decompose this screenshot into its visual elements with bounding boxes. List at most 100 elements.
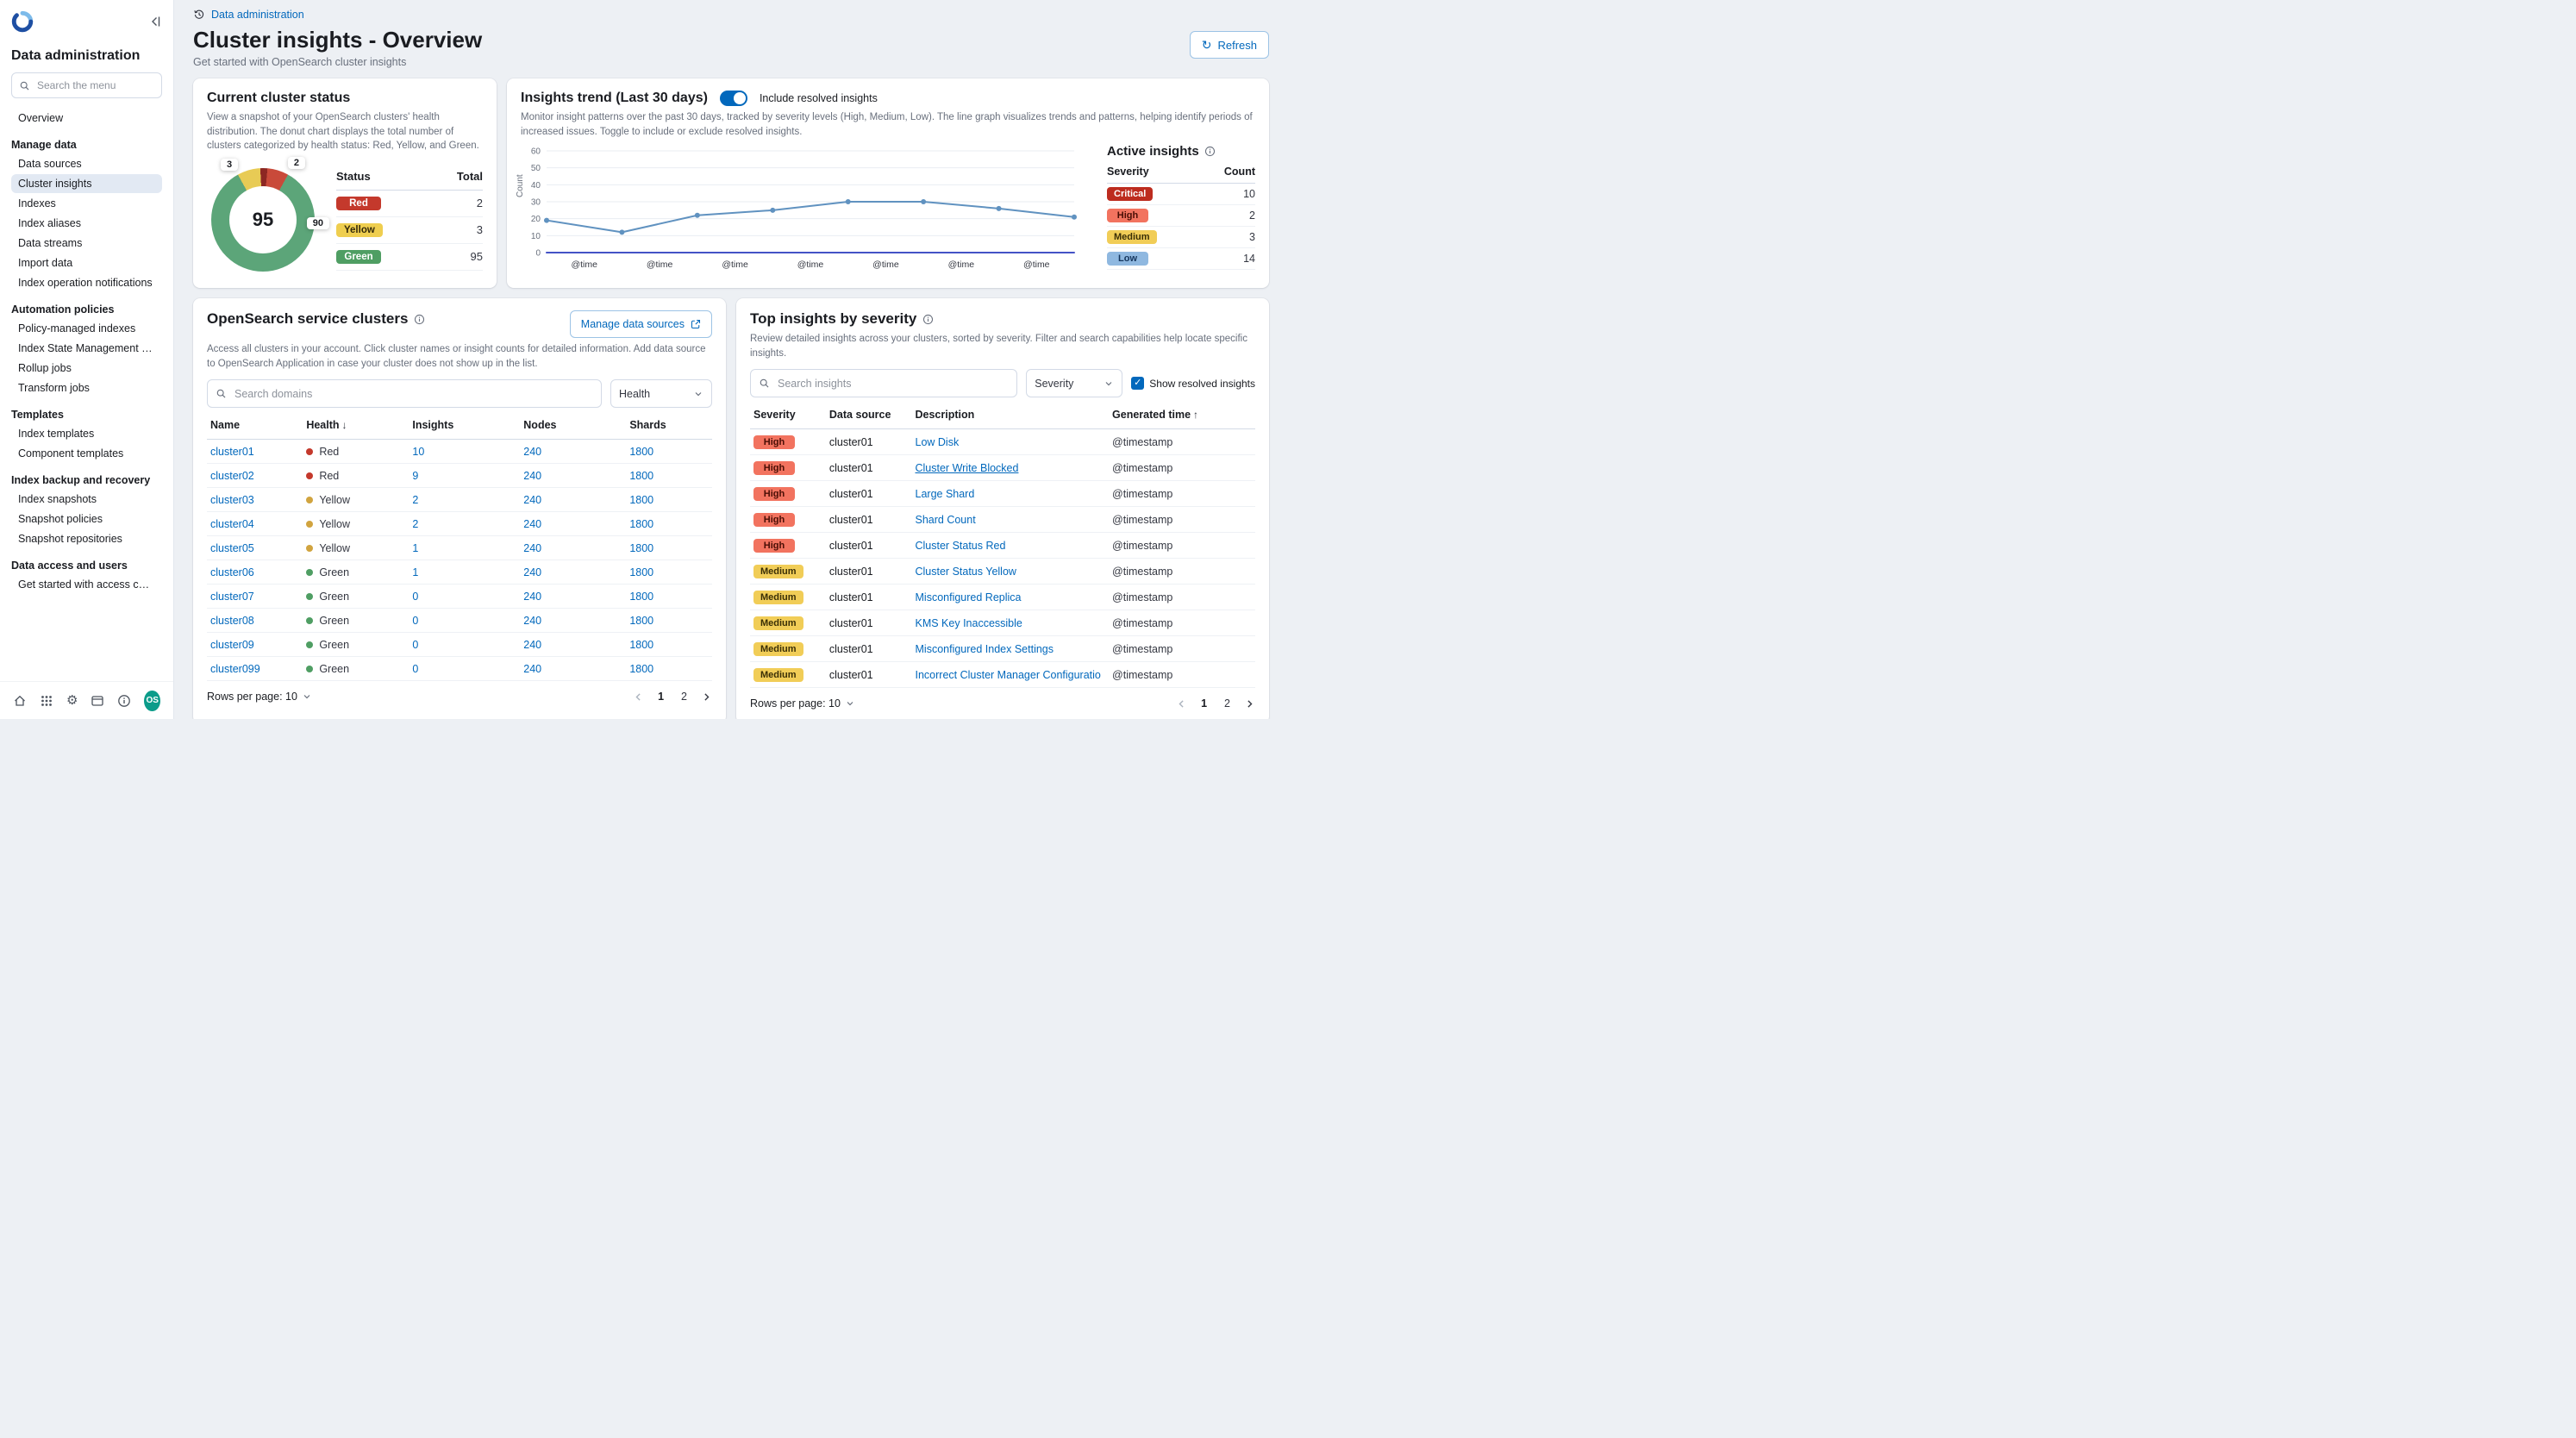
nodes-count-link[interactable]: 240: [523, 542, 541, 554]
sidebar-item-index-snapshots[interactable]: Index snapshots: [11, 490, 162, 509]
col-insights[interactable]: Insights: [409, 411, 520, 440]
nodes-count-link[interactable]: 240: [523, 446, 541, 458]
cluster-name-link[interactable]: cluster08: [210, 615, 254, 627]
insights-count-link[interactable]: 0: [412, 663, 418, 675]
sidebar-item-policy-managed-indexes[interactable]: Policy-managed indexes: [11, 319, 162, 338]
insight-description-link[interactable]: Misconfigured Index Settings: [916, 643, 1054, 655]
col-shards[interactable]: Shards: [626, 411, 712, 440]
nodes-count-link[interactable]: 240: [523, 566, 541, 578]
insights-count-link[interactable]: 1: [412, 566, 418, 578]
collapse-sidebar-icon[interactable]: [148, 15, 162, 28]
sidebar-item-overview[interactable]: Overview: [11, 109, 162, 128]
col-data-source[interactable]: Data source: [826, 401, 912, 429]
shards-count-link[interactable]: 1800: [629, 446, 653, 458]
insights-count-link[interactable]: 10: [412, 446, 424, 458]
sidebar-item-cluster-insights[interactable]: Cluster insights: [11, 174, 162, 193]
insights-count-link[interactable]: 2: [412, 494, 418, 506]
insight-description-link[interactable]: Large Shard: [916, 488, 975, 500]
sidebar-item-index-state-management-policies[interactable]: Index State Management policies: [11, 339, 162, 358]
insights-search[interactable]: [750, 369, 1017, 397]
page-2-button[interactable]: 2: [1221, 696, 1234, 711]
insights-count-link[interactable]: 0: [412, 591, 418, 603]
nodes-count-link[interactable]: 240: [523, 470, 541, 482]
insights-count-link[interactable]: 2: [412, 518, 418, 530]
console-window-icon[interactable]: [91, 694, 104, 708]
page-2-button[interactable]: 2: [678, 689, 691, 704]
domains-search[interactable]: [207, 379, 602, 408]
prev-page-button[interactable]: [1176, 698, 1187, 710]
insights-search-input[interactable]: [776, 377, 1009, 391]
info-icon[interactable]: [117, 694, 131, 708]
cluster-name-link[interactable]: cluster09: [210, 639, 254, 651]
cluster-name-link[interactable]: cluster02: [210, 470, 254, 482]
insight-description-link[interactable]: KMS Key Inaccessible: [916, 617, 1022, 629]
show-resolved-checkbox[interactable]: ✓: [1131, 377, 1144, 390]
col-name[interactable]: Name: [207, 411, 303, 440]
domains-search-input[interactable]: [233, 387, 593, 401]
insight-description-link[interactable]: Cluster Status Red: [916, 540, 1006, 552]
settings-gear-icon[interactable]: ⚙: [66, 694, 78, 708]
include-resolved-toggle[interactable]: [720, 91, 747, 106]
insight-description-link[interactable]: Incorrect Cluster Manager Configuratio: [916, 669, 1101, 681]
sidebar-search[interactable]: [11, 72, 162, 98]
rows-per-page-selector[interactable]: Rows per page: 10: [750, 697, 855, 710]
apps-grid-icon[interactable]: [40, 694, 53, 708]
info-icon[interactable]: [414, 314, 425, 325]
info-icon[interactable]: [1204, 146, 1216, 157]
breadcrumb-link[interactable]: Data administration: [211, 9, 304, 21]
next-page-button[interactable]: [1244, 698, 1255, 710]
cluster-name-link[interactable]: cluster03: [210, 494, 254, 506]
insights-count-link[interactable]: 1: [412, 542, 418, 554]
insights-count-link[interactable]: 0: [412, 615, 418, 627]
page-1-button[interactable]: 1: [654, 689, 667, 704]
shards-count-link[interactable]: 1800: [629, 518, 653, 530]
col-nodes[interactable]: Nodes: [520, 411, 626, 440]
cluster-name-link[interactable]: cluster04: [210, 518, 254, 530]
nodes-count-link[interactable]: 240: [523, 639, 541, 651]
sidebar-item-snapshot-repositories[interactable]: Snapshot repositories: [11, 529, 162, 548]
sidebar-search-input[interactable]: [35, 78, 154, 92]
shards-count-link[interactable]: 1800: [629, 591, 653, 603]
sidebar-item-data-streams[interactable]: Data streams: [11, 234, 162, 253]
col-severity[interactable]: Severity: [750, 401, 826, 429]
shards-count-link[interactable]: 1800: [629, 494, 653, 506]
nodes-count-link[interactable]: 240: [523, 518, 541, 530]
cluster-name-link[interactable]: cluster06: [210, 566, 254, 578]
sidebar-item-transform-jobs[interactable]: Transform jobs: [11, 378, 162, 397]
rows-per-page-selector[interactable]: Rows per page: 10: [207, 691, 312, 703]
next-page-button[interactable]: [701, 691, 712, 703]
cluster-name-link[interactable]: cluster01: [210, 446, 254, 458]
insights-count-link[interactable]: 0: [412, 639, 418, 651]
nodes-count-link[interactable]: 240: [523, 663, 541, 675]
col-health[interactable]: Health↓: [303, 411, 409, 440]
health-filter-select[interactable]: Health: [610, 379, 712, 408]
prev-page-button[interactable]: [633, 691, 644, 703]
manage-data-sources-button[interactable]: Manage data sources: [570, 310, 712, 338]
nodes-count-link[interactable]: 240: [523, 494, 541, 506]
insight-description-link[interactable]: Misconfigured Replica: [916, 591, 1022, 603]
sidebar-item-rollup-jobs[interactable]: Rollup jobs: [11, 359, 162, 378]
shards-count-link[interactable]: 1800: [629, 470, 653, 482]
nodes-count-link[interactable]: 240: [523, 615, 541, 627]
page-1-button[interactable]: 1: [1197, 696, 1210, 711]
sidebar-item-import-data[interactable]: Import data: [11, 253, 162, 272]
user-avatar[interactable]: OS: [144, 691, 160, 711]
sidebar-item-indexes[interactable]: Indexes: [11, 194, 162, 213]
shards-count-link[interactable]: 1800: [629, 542, 653, 554]
insight-description-link[interactable]: Shard Count: [916, 514, 976, 526]
cluster-name-link[interactable]: cluster099: [210, 663, 260, 675]
sidebar-item-index-aliases[interactable]: Index aliases: [11, 214, 162, 233]
insight-description-link[interactable]: Cluster Status Yellow: [916, 566, 1016, 578]
cluster-name-link[interactable]: cluster05: [210, 542, 254, 554]
refresh-button[interactable]: ↻ Refresh: [1190, 31, 1269, 59]
shards-count-link[interactable]: 1800: [629, 663, 653, 675]
col-description[interactable]: Description: [912, 401, 1110, 429]
insight-description-link[interactable]: Low Disk: [916, 436, 960, 448]
sidebar-item-index-templates[interactable]: Index templates: [11, 424, 162, 443]
home-icon[interactable]: [13, 694, 27, 708]
sidebar-item-snapshot-policies[interactable]: Snapshot policies: [11, 510, 162, 528]
col-generated-time[interactable]: Generated time↑: [1109, 401, 1255, 429]
info-icon[interactable]: [922, 314, 934, 325]
sidebar-item-index-operation-notifications[interactable]: Index operation notifications: [11, 273, 162, 292]
sidebar-item-get-started-with-access-control[interactable]: Get started with access control: [11, 575, 162, 594]
